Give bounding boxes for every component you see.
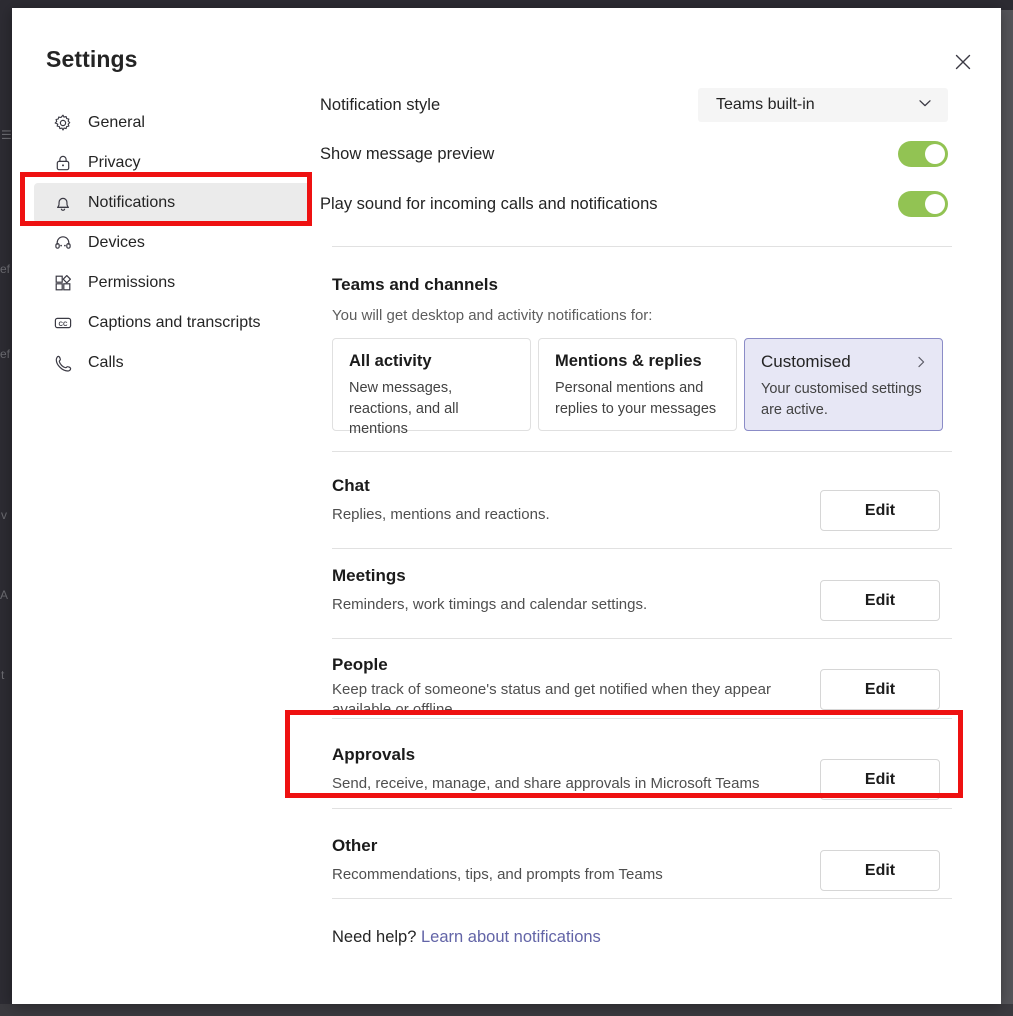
notification-row-title: Chat (332, 476, 370, 495)
play-sound-label: Play sound for incoming calls and notifi… (320, 194, 658, 213)
sidebar-item-label: Captions and transcripts (88, 314, 261, 331)
sidebar-item-calls[interactable]: Calls (34, 343, 312, 383)
notification-row-title: Meetings (332, 566, 406, 585)
notification-row-chat: Chat Replies, mentions and reactions. Edit (332, 476, 952, 536)
activity-card-title: All activity (349, 352, 432, 370)
sidebar-item-label: General (88, 114, 145, 131)
gear-icon (52, 112, 74, 134)
play-sound-row: Play sound for incoming calls and notifi… (320, 191, 948, 217)
notification-row-description: Send, receive, manage, and share approva… (332, 775, 760, 792)
divider (332, 638, 952, 639)
chevron-down-icon (916, 94, 934, 117)
background-ghost-text: ☰ (1, 128, 12, 142)
app-grid-icon (52, 272, 74, 294)
app-bottom-strip (0, 1004, 1013, 1016)
background-ghost-text: A (0, 588, 9, 602)
toggle-knob (925, 144, 945, 164)
notification-row-title: Other (332, 836, 378, 855)
notification-row-title: People (332, 655, 388, 674)
notification-row-other: Other Recommendations, tips, and prompts … (332, 836, 952, 896)
settings-sidebar: General Privacy Notifications Devices Permis… (34, 103, 312, 383)
edit-button-approvals[interactable]: Edit (820, 759, 940, 800)
sidebar-item-privacy[interactable]: Privacy (34, 143, 312, 183)
sidebar-item-label: Calls (88, 354, 124, 371)
notification-row-people: People Keep track of someone's status and… (332, 655, 952, 718)
play-sound-toggle[interactable] (898, 191, 948, 217)
closed-caption-icon: CC (52, 312, 74, 334)
activity-card-title: Mentions & replies (555, 352, 702, 370)
sidebar-item-notifications[interactable]: Notifications (34, 183, 312, 223)
background-ghost-text: ef (0, 262, 11, 276)
activity-card-description: New messages, reactions, and all mention… (349, 380, 459, 438)
activity-card-all-activity[interactable]: All activity New messages, reactions, and… (332, 338, 531, 437)
activity-card-description: Personal mentions and replies to your me… (555, 380, 717, 417)
teams-and-channels-heading: Teams and channels (332, 275, 498, 294)
sidebar-item-label: Devices (88, 234, 145, 251)
app-left-rail-strip (0, 10, 12, 1004)
phone-icon (52, 352, 74, 374)
close-icon[interactable] (947, 46, 979, 78)
activity-card-description: Your customised settings are active. (761, 381, 922, 418)
divider (332, 898, 952, 899)
settings-dialog: Settings General Privacy Notifications Devi… (12, 8, 1001, 1004)
page-title: Settings (46, 46, 138, 72)
sidebar-item-general[interactable]: General (34, 103, 312, 143)
headset-icon (52, 232, 74, 254)
need-help-text: Need help? Learn about notifications (332, 928, 601, 947)
activity-card-customised[interactable]: Customised Your customised settings are a… (744, 338, 943, 431)
divider (332, 808, 952, 809)
sidebar-item-label: Permissions (88, 274, 176, 291)
teams-and-channels-subtext: You will get desktop and activity notifi… (332, 307, 653, 324)
divider (332, 718, 952, 719)
show-message-preview-row: Show message preview (320, 141, 948, 167)
notification-row-description: Reminders, work timings and calendar set… (332, 596, 648, 613)
activity-card-title: Customised (761, 352, 851, 371)
sidebar-item-label: Notifications (88, 194, 176, 211)
notification-row-description: Replies, mentions and reactions. (332, 506, 550, 523)
notification-style-dropdown[interactable]: Teams built-in (698, 88, 948, 122)
divider (332, 246, 952, 247)
background-ghost-text: v (1, 508, 7, 522)
toggle-knob (925, 194, 945, 214)
background-ghost-text: t (1, 668, 5, 682)
app-right-edge-strip (1001, 10, 1013, 1004)
notification-style-label: Notification style (320, 95, 441, 114)
sidebar-item-captions-and-transcripts[interactable]: CC Captions and transcripts (34, 303, 312, 343)
bell-icon (52, 192, 74, 214)
learn-about-notifications-link[interactable]: Learn about notifications (421, 928, 601, 946)
lock-icon (52, 152, 74, 174)
edit-button-other[interactable]: Edit (820, 850, 940, 891)
notification-row-description: Keep track of someone's status and get n… (332, 681, 771, 719)
show-message-preview-toggle[interactable] (898, 141, 948, 167)
edit-button-meetings[interactable]: Edit (820, 580, 940, 621)
activity-option-cards: All activity New messages, reactions, and… (332, 338, 943, 437)
sidebar-item-label: Privacy (88, 154, 141, 171)
chevron-right-icon (914, 355, 928, 374)
show-message-preview-label: Show message preview (320, 144, 495, 163)
sidebar-item-permissions[interactable]: Permissions (34, 263, 312, 303)
notification-row-title: Approvals (332, 745, 416, 764)
notification-row-meetings: Meetings Reminders, work timings and cale… (332, 566, 952, 626)
need-help-prefix: Need help? (332, 928, 421, 946)
edit-button-chat[interactable]: Edit (820, 490, 940, 531)
svg-text:CC: CC (59, 321, 68, 328)
divider (332, 451, 952, 452)
activity-card-mentions-replies[interactable]: Mentions & replies Personal mentions and … (538, 338, 737, 431)
background-ghost-text: ef (0, 347, 11, 361)
notification-row-approvals: Approvals Send, receive, manage, and shar… (332, 745, 952, 805)
edit-button-people[interactable]: Edit (820, 669, 940, 710)
notification-style-value: Teams built-in (716, 96, 815, 113)
notification-style-row: Notification style Teams built-in (320, 88, 948, 122)
sidebar-item-devices[interactable]: Devices (34, 223, 312, 263)
notification-row-description: Recommendations, tips, and prompts from … (332, 866, 663, 883)
divider (332, 548, 952, 549)
